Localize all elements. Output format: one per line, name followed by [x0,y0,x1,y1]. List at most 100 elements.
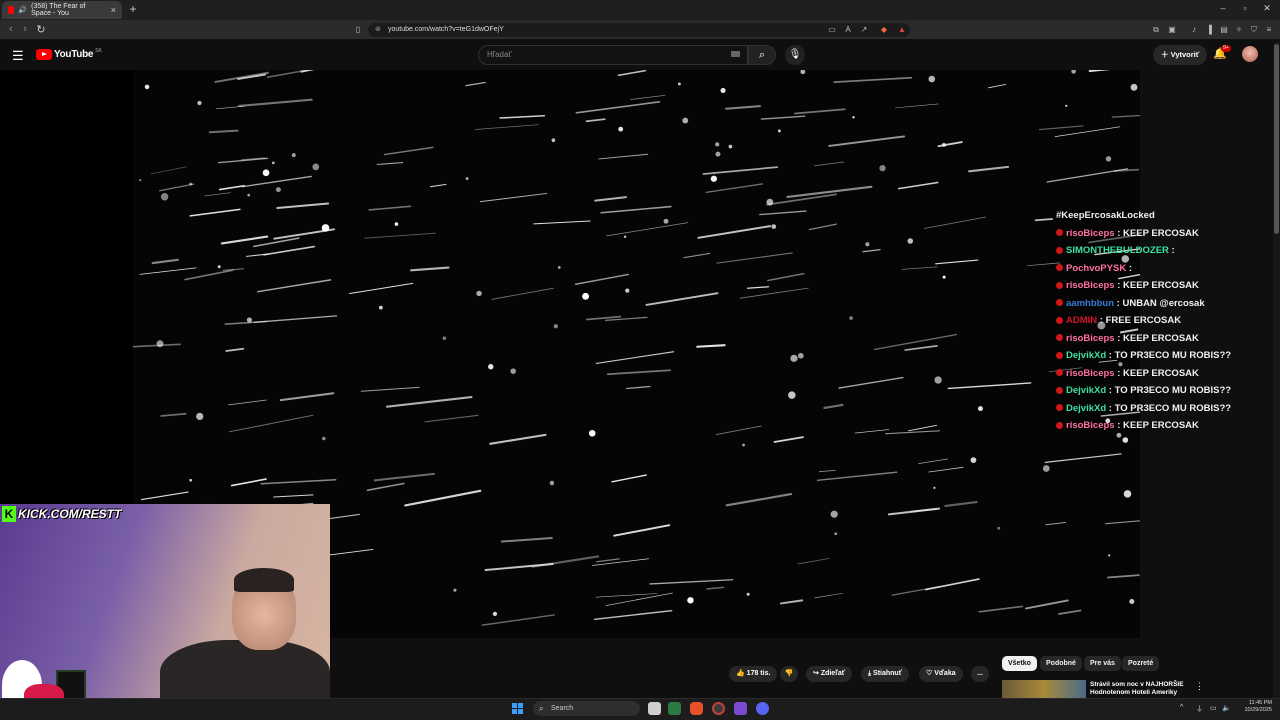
star-streak [593,609,673,620]
search-icon: ⌕ [539,704,544,713]
bookmark-icon[interactable]: ▯ [352,24,364,36]
recommendation-thumbnail[interactable] [1002,680,1086,700]
star-point [715,142,720,147]
star-point [553,324,558,329]
minimize-icon[interactable]: – [1213,3,1233,13]
download-button[interactable]: ⤓ Stiahnuť [861,666,910,682]
twitch-icon[interactable] [734,702,747,715]
chat-text: TO PR3ECO MU ROBIS?? [1114,402,1232,414]
back-icon[interactable]: ‹ [4,23,18,35]
dislike-button[interactable]: 👎 [780,666,798,682]
close-tab-icon[interactable]: × [111,5,116,15]
like-button[interactable]: 👍 178 tis. [729,666,778,682]
star-streak [1111,114,1140,118]
taskbar-search[interactable]: ⌕ Search [533,701,640,716]
star-streak [238,98,313,107]
cast-icon[interactable]: ▭ [826,24,838,36]
star-point [156,340,164,348]
translate-icon[interactable]: A [842,24,854,36]
star-streak [491,287,554,300]
music-icon[interactable]: ♪ [1188,24,1200,36]
tray-chevron-icon[interactable]: ^ [1180,704,1183,711]
forward-icon[interactable]: › [18,23,32,35]
wallet-icon[interactable]: ▣ [1166,24,1178,36]
chat-text: TO PR3ECO MU ROBIS?? [1114,350,1232,361]
windows-start-icon[interactable] [512,703,523,714]
brave-shield-icon[interactable]: ◆ [878,24,890,36]
star-streak [918,458,949,465]
star-point [941,142,946,147]
star-streak [1044,453,1122,464]
maximize-icon[interactable]: ▫ [1235,3,1255,13]
reload-icon[interactable]: ↻ [34,23,48,36]
star-streak [474,124,539,130]
terminal-icon[interactable] [668,702,681,715]
close-window-icon[interactable]: ✕ [1257,3,1277,14]
star-point [394,222,399,226]
taskbar-clock[interactable]: 11:45 PM 10/29/2025 [1238,700,1272,714]
more-actions-button[interactable]: ... [971,666,989,682]
star-streak [907,424,938,432]
vpn-icon[interactable]: ⛉ [1248,24,1260,36]
sidebar-icon[interactable]: ▐ [1203,24,1215,36]
chat-message-list: risoBiceps : KEEP ERCOSAK SIMONTHEBULDOZE… [1056,225,1246,435]
chip-0[interactable]: Všetko [1002,656,1037,671]
volume-icon[interactable]: 🔈 [1222,704,1231,712]
chat-message: DejvikXd : TO PR3ECO MU ROBIS?? [1056,347,1246,365]
star-point [977,406,983,412]
youtube-logo[interactable]: YouTube SK [36,48,102,60]
new-tab-button[interactable]: + [126,2,140,16]
star-streak [595,351,675,365]
star-streak [364,232,436,239]
site-info-icon[interactable]: ⊜ [375,23,381,37]
star-streak [697,225,772,239]
recommendation-menu-icon[interactable]: ⋮ [1195,681,1204,692]
share-icon[interactable]: ↗ [858,24,870,36]
chip-3[interactable]: Pozreté [1122,656,1160,671]
recommendation-title[interactable]: Strávil som noc v NAJHORŠIE Hodnotenom H… [1090,681,1196,697]
discord-icon[interactable] [756,702,769,715]
star-streak [816,471,898,482]
browser-tab[interactable]: 🔊 (358) The Fear of Space - You × [2,1,122,19]
star-streak [189,208,241,217]
thanks-button[interactable]: ♡ Vďaka [919,666,963,682]
file-explorer-icon[interactable] [648,702,661,715]
network-icon[interactable]: ▭ [1210,704,1217,712]
avatar[interactable] [1242,46,1258,62]
chat-separator: : [1106,402,1115,414]
tab-search-icon[interactable]: ▤ [1218,24,1230,36]
user-badge-icon [1056,281,1063,289]
star-streak [465,81,486,87]
chat-separator: : [1168,245,1175,256]
scrollbar-thumb[interactable] [1274,44,1279,234]
star-streak [404,489,482,507]
obs-icon[interactable] [712,702,725,715]
star-streak [613,524,671,537]
leo-ai-icon[interactable]: ✧ [1233,24,1245,36]
brave-browser-icon[interactable] [690,702,703,715]
share-button[interactable]: ↪ Zdieľať [806,666,853,682]
keyboard-icon[interactable] [731,51,740,57]
rewards-icon[interactable]: ▲ [896,24,908,36]
star-point [852,116,855,119]
chat-message: PochvoPYSK : [1056,260,1246,278]
star-streak [885,430,940,435]
star-streak [484,563,554,571]
menu-icon[interactable]: ≡ [1263,24,1275,36]
search-button[interactable]: ⌕ [748,45,776,65]
voice-search-button[interactable]: 🎙 [785,45,805,65]
star-streak [897,181,939,190]
star-streak [833,76,913,83]
hamburger-menu-icon[interactable]: ☰ [12,48,24,64]
star-streak [706,586,725,590]
usb-icon[interactable]: ⏚ [1196,704,1203,714]
tab-audio-icon[interactable]: 🔊 [18,6,27,14]
star-streak [430,183,447,188]
star-streak [594,196,628,202]
create-button[interactable]: ＋ Vytvoriť [1153,45,1208,65]
extensions-icon[interactable]: ⧉ [1150,24,1162,36]
chip-1[interactable]: Podobné [1040,656,1082,671]
chip-2[interactable]: Pre vás [1084,656,1121,671]
search-input[interactable]: Hľadať [478,45,748,65]
thumbs-up-icon: 👍 [736,670,747,677]
